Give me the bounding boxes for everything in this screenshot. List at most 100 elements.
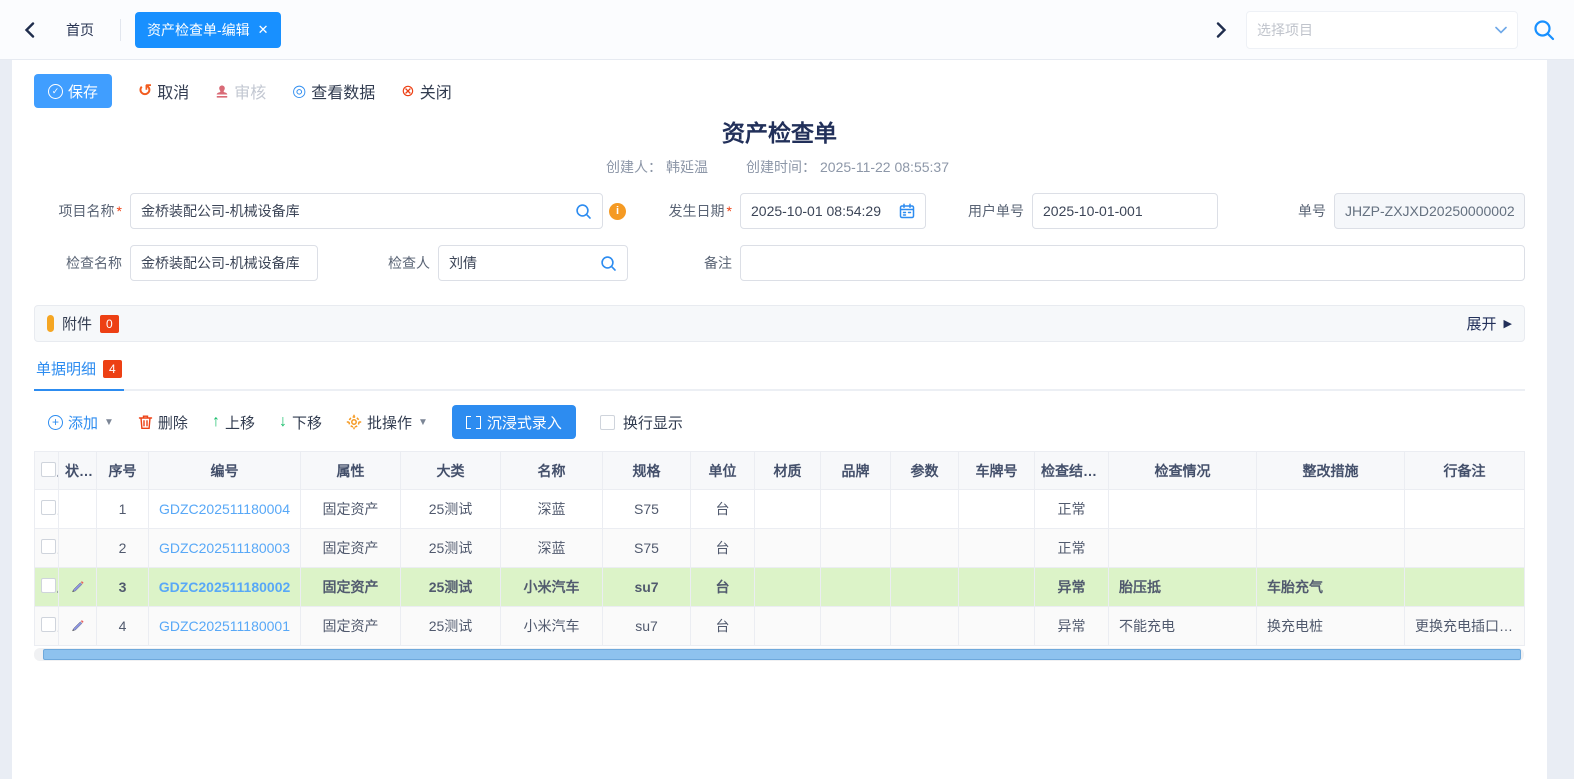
- cancel-button[interactable]: ↺ 取消: [138, 79, 189, 103]
- cell-seq: 3: [97, 568, 149, 607]
- select-all-checkbox[interactable]: [41, 462, 56, 477]
- doc-no-label: 单号: [1266, 201, 1326, 221]
- tab-detail-list[interactable]: 单据明细 4: [34, 358, 124, 391]
- delete-button[interactable]: 删除: [138, 412, 188, 433]
- user-no-label: 用户单号: [956, 201, 1024, 221]
- cell-name: 深蓝: [501, 529, 603, 568]
- plus-circle-icon: +: [48, 415, 63, 430]
- occur-date-label: 发生日期: [648, 201, 732, 221]
- cell-status[interactable]: [59, 568, 97, 607]
- cell-plate: [959, 490, 1035, 529]
- batch-ops-button[interactable]: 批操作 ▼: [346, 412, 428, 433]
- checker-label: 检查人: [370, 253, 430, 273]
- row-checkbox[interactable]: [41, 539, 56, 554]
- project-name-input[interactable]: [141, 203, 569, 219]
- tabs-scroll-left-icon[interactable]: [18, 19, 40, 41]
- cell-unit: 台: [691, 490, 755, 529]
- cell-remark: [1405, 568, 1525, 607]
- cell-code[interactable]: GDZC202511180001: [149, 607, 301, 646]
- tab-asset-inspection-edit[interactable]: 资产检查单-编辑 ✕: [135, 12, 281, 48]
- cell-param: [891, 529, 959, 568]
- cell-code[interactable]: GDZC202511180004: [149, 490, 301, 529]
- table-row[interactable]: 1GDZC202511180004固定资产25测试深蓝S75台正常: [35, 490, 1525, 529]
- edit-pencil-icon[interactable]: [70, 617, 85, 632]
- table-row[interactable]: 2GDZC202511180003固定资产25测试深蓝S75台正常: [35, 529, 1525, 568]
- edit-pencil-icon[interactable]: [70, 578, 85, 593]
- col-header-remark: 行备注: [1405, 452, 1525, 490]
- project-select[interactable]: 选择项目: [1246, 11, 1518, 49]
- audit-label: 审核: [234, 79, 266, 103]
- cell-action: [1257, 490, 1405, 529]
- col-header-param: 参数: [891, 452, 959, 490]
- cell-code[interactable]: GDZC202511180003: [149, 529, 301, 568]
- attachment-bar[interactable]: 附件 0 展开 ▶: [34, 305, 1525, 342]
- table-row[interactable]: 3GDZC202511180002固定资产25测试小米汽车su7台异常胎压抵车胎…: [35, 568, 1525, 607]
- cell-code[interactable]: GDZC202511180002: [149, 568, 301, 607]
- add-button[interactable]: + 添加 ▼: [48, 412, 114, 433]
- move-down-button[interactable]: ↓ 下移: [279, 412, 322, 433]
- user-no-input[interactable]: [1043, 203, 1207, 219]
- cell-brand: [821, 607, 891, 646]
- cell-material: [755, 607, 821, 646]
- check-name-input[interactable]: [141, 255, 307, 271]
- active-tab-label: 资产检查单-编辑: [147, 20, 250, 40]
- view-data-label: 查看数据: [311, 79, 375, 103]
- tab-close-icon[interactable]: ✕: [258, 23, 269, 36]
- col-header-situation: 检查情况: [1109, 452, 1257, 490]
- col-header-action: 整改措施: [1257, 452, 1405, 490]
- close-button[interactable]: ⊗ 关闭: [401, 79, 451, 103]
- scrollbar-thumb[interactable]: [43, 649, 1521, 660]
- wrap-display-label: 换行显示: [623, 412, 683, 433]
- creator-line: 创建人：韩延温创建时间：2025-11-22 08:55:37: [34, 157, 1525, 177]
- cell-param: [891, 490, 959, 529]
- cell-plate: [959, 529, 1035, 568]
- search-icon[interactable]: [575, 203, 592, 220]
- col-header-plate: 车牌号: [959, 452, 1035, 490]
- delete-label: 删除: [158, 412, 188, 433]
- cell-seq: 1: [97, 490, 149, 529]
- cell-result: 正常: [1035, 490, 1109, 529]
- save-button[interactable]: ✓ 保存: [34, 74, 112, 108]
- form-row-2: 检查名称 检查人 备注: [34, 245, 1525, 281]
- cell-seq: 2: [97, 529, 149, 568]
- table-row[interactable]: 4GDZC202511180001固定资产25测试小米汽车su7台异常不能充电换…: [35, 607, 1525, 646]
- section-marker-icon: [47, 315, 54, 332]
- cell-status[interactable]: [59, 607, 97, 646]
- tab-home[interactable]: 首页: [54, 12, 106, 48]
- page-title: 资产检查单: [34, 114, 1525, 148]
- row-checkbox[interactable]: [41, 617, 56, 632]
- cell-name: 小米汽车: [501, 568, 603, 607]
- page-content: ✓ 保存 ↺ 取消 审核 ◎ 查看数据 ⊗ 关闭 资产检查单 创建人：韩延温创建…: [12, 60, 1547, 779]
- project-name-label: 项目名称: [34, 201, 122, 221]
- wrap-display-toggle: 换行显示: [600, 412, 683, 433]
- row-checkbox[interactable]: [41, 578, 56, 593]
- attachment-count-badge: 0: [100, 315, 119, 333]
- search-icon[interactable]: [600, 255, 617, 272]
- global-search-icon[interactable]: [1532, 18, 1556, 42]
- tab-divider: [120, 19, 121, 41]
- cell-unit: 台: [691, 607, 755, 646]
- cell-plate: [959, 568, 1035, 607]
- immersive-entry-button[interactable]: 沉浸式录入: [452, 405, 576, 439]
- check-circle-icon: ✓: [48, 84, 63, 99]
- wrap-display-checkbox[interactable]: [600, 415, 615, 430]
- cell-select: [35, 529, 59, 568]
- cell-seq: 4: [97, 607, 149, 646]
- grid-toolbar: + 添加 ▼ 删除 ↑ 上移 ↓ 下移 批操作 ▼ 沉浸式录入: [48, 405, 1525, 439]
- cell-param: [891, 607, 959, 646]
- expand-button[interactable]: 展开 ▶: [1467, 313, 1512, 334]
- occur-date-input[interactable]: [751, 203, 893, 219]
- eye-icon: ◎: [292, 81, 306, 101]
- row-checkbox[interactable]: [41, 500, 56, 515]
- checker-input[interactable]: [449, 255, 594, 271]
- tabs-scroll-right-icon[interactable]: [1210, 19, 1232, 41]
- move-up-button[interactable]: ↑ 上移: [212, 412, 255, 433]
- remark-input[interactable]: [751, 255, 1514, 271]
- view-data-button[interactable]: ◎ 查看数据: [292, 79, 375, 103]
- cell-attr: 固定资产: [301, 568, 401, 607]
- info-icon[interactable]: i: [609, 203, 626, 220]
- cell-spec: su7: [603, 607, 691, 646]
- occur-date-field: [740, 193, 926, 229]
- calendar-icon[interactable]: [899, 203, 915, 219]
- triangle-right-icon: ▶: [1504, 317, 1512, 330]
